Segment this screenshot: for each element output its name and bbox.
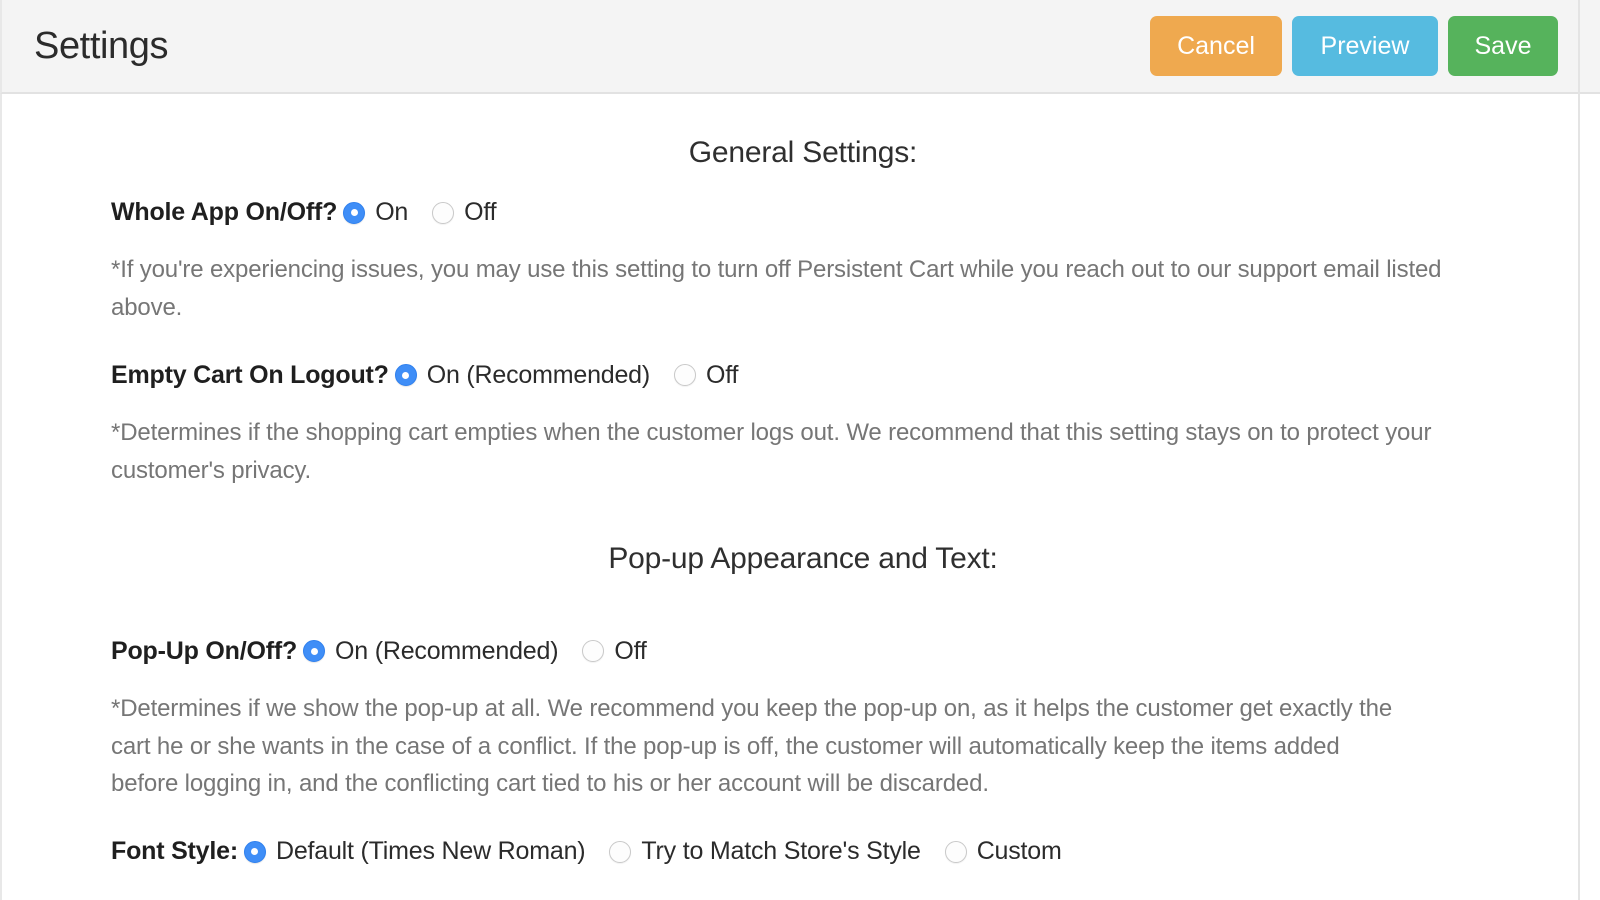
- whole-app-option-on-label: On: [375, 198, 409, 226]
- whole-app-help-text: *If you're experiencing issues, you may …: [111, 256, 1442, 321]
- settings-content: General Settings: Whole App On/Off? On O…: [0, 94, 1600, 900]
- empty-cart-option-off[interactable]: Off: [674, 360, 739, 389]
- empty-cart-label: Empty Cart On Logout?: [111, 360, 389, 389]
- page-title: Settings: [34, 25, 169, 67]
- popup-onoff-option-off-label: Off: [614, 636, 647, 665]
- popup-appearance-heading: Pop-up Appearance and Text:: [608, 541, 998, 575]
- whole-app-option-on[interactable]: On: [343, 200, 408, 225]
- empty-cart-option-on-label: On (Recommended): [426, 360, 651, 389]
- empty-cart-help-text: *Determines if the shopping cart empties…: [111, 418, 1432, 484]
- radio-selected-icon[interactable]: [343, 201, 366, 224]
- radio-selected-icon[interactable]: [303, 640, 326, 663]
- popup-onoff-label: Pop-Up On/Off?: [111, 636, 298, 665]
- radio-unselected-icon[interactable]: [944, 840, 967, 863]
- font-style-option-match[interactable]: Try to Match Store's Style: [609, 837, 921, 866]
- whole-app-label: Whole App On/Off?: [111, 198, 338, 226]
- radio-selected-icon[interactable]: [243, 840, 266, 863]
- popup-onoff-option-on-label: On (Recommended): [335, 636, 559, 665]
- font-style-option-default-label: Default (Times New Roman): [275, 837, 586, 866]
- radio-selected-icon[interactable]: [394, 364, 417, 387]
- radio-unselected-icon[interactable]: [674, 364, 697, 387]
- radio-unselected-icon[interactable]: [609, 840, 632, 863]
- preview-button[interactable]: Preview: [1292, 16, 1438, 76]
- general-settings-heading: General Settings:: [688, 136, 918, 169]
- font-style-option-match-label: Try to Match Store's Style: [641, 837, 921, 866]
- popup-onoff-field-row: Pop-Up On/Off? On (Recommended) Off: [34, 636, 1572, 665]
- page-right-border: [1578, 0, 1580, 900]
- font-style-option-custom[interactable]: Custom: [944, 837, 1062, 866]
- popup-onoff-option-on[interactable]: On (Recommended): [303, 636, 559, 665]
- radio-unselected-icon[interactable]: [432, 201, 455, 224]
- font-style-option-default[interactable]: Default (Times New Roman): [243, 837, 586, 866]
- font-style-label: Font Style:: [111, 837, 238, 866]
- whole-app-option-off[interactable]: Off: [432, 198, 497, 226]
- save-button[interactable]: Save: [1448, 16, 1558, 76]
- popup-onoff-option-off[interactable]: Off: [582, 636, 647, 665]
- settings-page: Settings Cancel Preview Save General Set…: [0, 0, 1600, 900]
- radio-unselected-icon[interactable]: [582, 640, 605, 663]
- empty-cart-field-row: Empty Cart On Logout? On (Recommended) O…: [34, 360, 1572, 389]
- font-style-option-custom-label: Custom: [976, 837, 1062, 866]
- popup-onoff-help-text: *Determines if we show the pop-up at all…: [111, 694, 1393, 798]
- page-header: Settings Cancel Preview Save: [0, 0, 1600, 94]
- whole-app-option-off-label: Off: [464, 198, 497, 226]
- empty-cart-option-on[interactable]: On (Recommended): [394, 360, 651, 389]
- header-action-buttons: Cancel Preview Save: [1150, 16, 1578, 76]
- whole-app-field-row: Whole App On/Off? On Off: [34, 200, 1572, 225]
- font-style-field-row: Font Style: Default (Times New Roman) Tr…: [34, 839, 1572, 864]
- cancel-button[interactable]: Cancel: [1150, 16, 1282, 76]
- empty-cart-option-off-label: Off: [706, 360, 739, 389]
